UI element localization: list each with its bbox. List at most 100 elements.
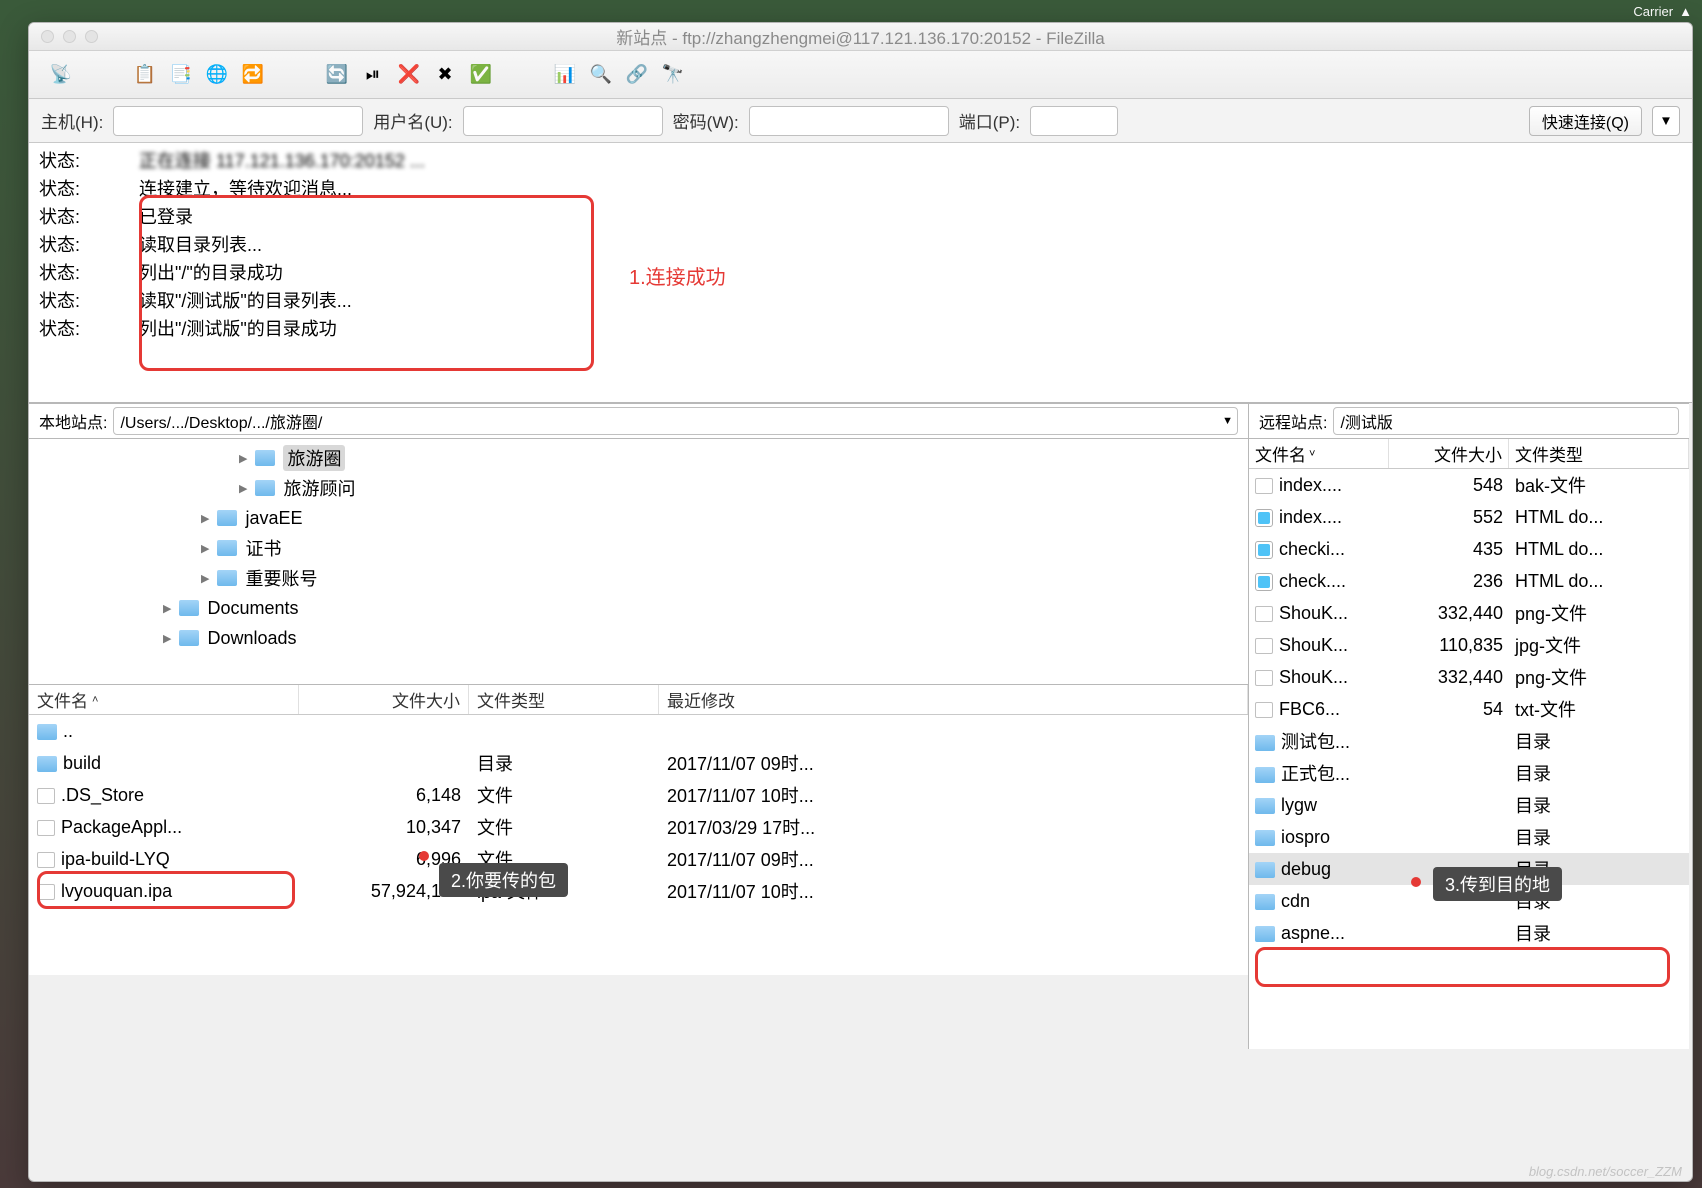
tree-item[interactable]: ▶重要账号	[29, 563, 1248, 593]
folder-icon	[1255, 735, 1275, 751]
local-site-label: 本地站点:	[39, 409, 107, 433]
file-row[interactable]: ..	[29, 715, 1248, 747]
annotation-tooltip-2: 2.你要传的包	[439, 863, 568, 897]
tree-item[interactable]: ▶旅游顾问	[29, 473, 1248, 503]
compare-icon[interactable]: 📊	[551, 61, 579, 89]
log-label: 状态:	[39, 175, 99, 203]
quickconnect-history-button[interactable]: ▼	[1652, 106, 1680, 136]
local-file-list[interactable]: ..build目录2017/11/07 09时....DS_Store6,148…	[29, 715, 1248, 975]
folder-icon	[179, 600, 199, 616]
carrier-label: Carrier	[1633, 4, 1673, 19]
folder-icon	[255, 450, 275, 466]
remote-file-list[interactable]: index....548bak-文件index....552HTML do...…	[1249, 469, 1689, 1049]
annotation-text-1: 1.连接成功	[629, 261, 726, 290]
toggle-log-icon[interactable]: 📋	[131, 61, 159, 89]
file-icon	[37, 852, 55, 868]
disclosure-triangle-icon[interactable]: ▶	[201, 542, 209, 555]
remote-path-combo[interactable]: /测试版	[1333, 407, 1679, 435]
username-label: 用户名(U):	[373, 108, 452, 133]
toggle-tree-icon[interactable]: 📑	[167, 61, 195, 89]
refresh-all-icon[interactable]: 🔁	[239, 61, 267, 89]
quickconnect-button[interactable]: 快速连接(Q)	[1529, 106, 1642, 136]
file-row[interactable]: check....236HTML do...	[1249, 565, 1689, 597]
file-row[interactable]: lvyouquan.ipa57,924,133ipa-文件2017/11/07 …	[29, 875, 1248, 907]
port-label: 端口(P):	[959, 108, 1020, 133]
log-message: 列出"/"的目录成功	[139, 259, 283, 287]
host-input[interactable]	[113, 106, 363, 136]
log-line: 状态:连接建立，等待欢迎消息...	[39, 175, 1682, 203]
local-path-combo[interactable]: /Users/.../Desktop/.../旅游圈/ ▼	[113, 407, 1238, 435]
file-row[interactable]: build目录2017/11/07 09时...	[29, 747, 1248, 779]
disconnect-icon[interactable]: ✖	[431, 61, 459, 89]
log-label: 状态:	[39, 287, 99, 315]
log-message: 列出"/测试版"的目录成功	[139, 315, 337, 343]
quickconnect-bar: 主机(H): 用户名(U): 密码(W): 端口(P): 快速连接(Q) ▼	[29, 99, 1692, 143]
file-row[interactable]: iospro目录	[1249, 821, 1689, 853]
reconnect-icon[interactable]: ✅	[467, 61, 495, 89]
file-row[interactable]: .DS_Store6,148文件2017/11/07 10时...	[29, 779, 1248, 811]
file-row[interactable]: 测试包...目录	[1249, 725, 1689, 757]
disclosure-triangle-icon[interactable]: ▶	[163, 632, 171, 645]
file-row[interactable]: checki...435HTML do...	[1249, 533, 1689, 565]
port-input[interactable]	[1030, 106, 1118, 136]
tree-label: 证书	[245, 535, 281, 561]
col-size: 文件大小	[299, 685, 469, 714]
file-row[interactable]: lygw目录	[1249, 789, 1689, 821]
refresh-icon[interactable]: 🔄	[323, 61, 351, 89]
process-queue-icon[interactable]: ⏯	[359, 61, 387, 89]
message-log[interactable]: 状态: 正在连接 117.121.136.170:20152 ...状态:连接建立…	[29, 143, 1692, 403]
wifi-icon: ▲	[1679, 4, 1692, 19]
file-row[interactable]: ShouK...110,835jpg-文件	[1249, 629, 1689, 661]
close-button[interactable]	[41, 30, 54, 43]
local-tree[interactable]: ▶旅游圈▶旅游顾问▶javaEE▶证书▶重要账号▶Documents▶Downl…	[29, 439, 1248, 685]
file-row[interactable]: ipa-build-LYQ6,996文件2017/11/07 09时...	[29, 843, 1248, 875]
filezilla-window: 新站点 - ftp://zhangzhengmei@117.121.136.17…	[28, 22, 1693, 1182]
tree-item[interactable]: ▶ 证书	[29, 533, 1248, 563]
remote-pane: 远程站点: /测试版 文件名 ˅ 文件大小 文件类型 index....548b…	[1249, 403, 1689, 1049]
minimize-button[interactable]	[63, 30, 76, 43]
folder-icon	[217, 510, 237, 526]
tree-item[interactable]: ▶javaEE	[29, 503, 1248, 533]
file-row[interactable]: aspne...目录	[1249, 917, 1689, 949]
toggle-queue-icon[interactable]: 🌐	[203, 61, 231, 89]
site-manager-icon[interactable]: 📡	[47, 61, 75, 89]
tree-label: 旅游圈	[283, 445, 345, 471]
filter-icon[interactable]: 🔍	[587, 61, 615, 89]
disclosure-triangle-icon[interactable]: ▶	[239, 482, 247, 495]
search-icon[interactable]: 🔭	[659, 61, 687, 89]
remote-file-headers[interactable]: 文件名 ˅ 文件大小 文件类型	[1249, 439, 1689, 469]
log-line: 状态:读取目录列表...	[39, 231, 1682, 259]
disclosure-triangle-icon[interactable]: ▶	[239, 452, 247, 465]
file-row[interactable]: ShouK...332,440png-文件	[1249, 597, 1689, 629]
chevron-down-icon: ▼	[1222, 415, 1233, 427]
zoom-button[interactable]	[85, 30, 98, 43]
tree-item[interactable]: ▶ 旅游圈	[29, 443, 1248, 473]
disclosure-triangle-icon[interactable]: ▶	[201, 512, 209, 525]
log-line: 状态:列出"/测试版"的目录成功	[39, 315, 1682, 343]
log-message: 读取目录列表...	[139, 231, 262, 259]
cancel-icon[interactable]: ❌	[395, 61, 423, 89]
username-input[interactable]	[463, 106, 663, 136]
local-file-headers[interactable]: 文件名 ˄ 文件大小 文件类型 最近修改	[29, 685, 1248, 715]
tree-item[interactable]: ▶Downloads	[29, 623, 1248, 653]
file-row[interactable]: FBC6...54txt-文件	[1249, 693, 1689, 725]
folder-icon	[179, 630, 199, 646]
disclosure-triangle-icon[interactable]: ▶	[163, 602, 171, 615]
main-toolbar: 📡 📋 📑 🌐 🔁 🔄 ⏯ ❌ ✖ ✅ 📊 🔍 🔗 🔭	[29, 51, 1692, 99]
folder-icon	[37, 724, 57, 740]
sync-browse-icon[interactable]: 🔗	[623, 61, 651, 89]
folder-icon	[1255, 798, 1275, 814]
password-input[interactable]	[749, 106, 949, 136]
window-controls[interactable]	[29, 30, 98, 43]
log-label: 状态:	[39, 147, 99, 175]
file-row[interactable]: index....552HTML do...	[1249, 501, 1689, 533]
file-row[interactable]: ShouK...332,440png-文件	[1249, 661, 1689, 693]
file-row[interactable]: 正式包...目录	[1249, 757, 1689, 789]
file-row[interactable]: index....548bak-文件	[1249, 469, 1689, 501]
annotation-tooltip-3: 3.传到目的地	[1433, 867, 1562, 901]
folder-icon	[1255, 894, 1275, 910]
disclosure-triangle-icon[interactable]: ▶	[201, 572, 209, 585]
log-message: 正在连接 117.121.136.170:20152 ...	[139, 147, 425, 175]
tree-item[interactable]: ▶Documents	[29, 593, 1248, 623]
file-row[interactable]: PackageAppl...10,347文件2017/03/29 17时...	[29, 811, 1248, 843]
